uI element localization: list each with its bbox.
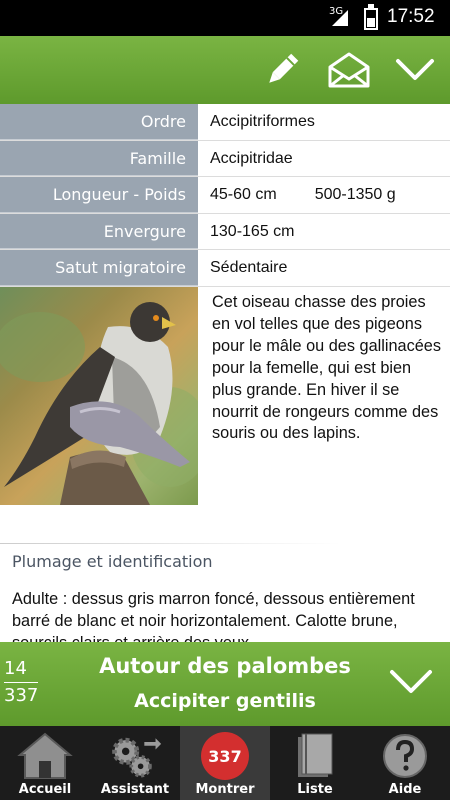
nav-assistant[interactable]: Assistant bbox=[90, 726, 180, 800]
nav-aide[interactable]: Aide bbox=[360, 726, 450, 800]
info-label: Longueur - Poids bbox=[0, 177, 198, 213]
weight-value: 500-1350 g bbox=[314, 186, 396, 204]
info-row-famille: Famille Accipitridae bbox=[0, 140, 450, 178]
nav-label: Liste bbox=[297, 782, 333, 797]
chevron-down-icon bbox=[390, 670, 432, 693]
nav-accueil[interactable]: Accueil bbox=[0, 726, 90, 800]
info-value: 130-165 cm bbox=[210, 222, 295, 240]
info-value: Accipitriformes bbox=[210, 113, 315, 130]
status-time: 17:52 bbox=[387, 6, 435, 27]
action-bar bbox=[0, 36, 450, 104]
info-label: Famille bbox=[0, 140, 198, 177]
battery-icon bbox=[364, 4, 378, 30]
collapse-button[interactable] bbox=[391, 46, 439, 94]
nav-liste[interactable]: Liste bbox=[270, 726, 360, 800]
envelope-icon bbox=[328, 52, 370, 88]
count-badge: 337 bbox=[197, 730, 253, 782]
bottom-nav: Accueil Assistant 337 Montrer Liste Aide bbox=[0, 726, 450, 800]
info-row-statut-migratoire: Satut migratoire Sédentaire bbox=[0, 250, 450, 287]
info-table: Ordre Accipitriformes Famille Accipitrid… bbox=[0, 104, 450, 287]
nav-label: Montrer bbox=[195, 782, 255, 797]
edit-button[interactable] bbox=[258, 46, 306, 94]
info-label: Envergure bbox=[0, 213, 198, 250]
status-bar: 3G 17:52 bbox=[0, 0, 450, 36]
plumage-text: Adulte : dessus gris marron foncé, desso… bbox=[12, 590, 415, 642]
info-label: Ordre bbox=[0, 104, 198, 140]
nav-label: Assistant bbox=[100, 782, 170, 797]
species-latin-name: Accipiter gentilis bbox=[134, 690, 316, 712]
info-row-envergure: Envergure 130-165 cm bbox=[0, 213, 450, 251]
species-common-name: Autour des palombes bbox=[99, 654, 351, 678]
count-badge-value: 337 bbox=[201, 732, 249, 780]
expand-button[interactable] bbox=[386, 662, 436, 702]
species-description: Cet oiseau chasse des proies en vol tell… bbox=[212, 293, 441, 443]
nav-label: Aide bbox=[388, 782, 422, 797]
nav-label: Accueil bbox=[18, 782, 72, 797]
gears-icon bbox=[107, 730, 163, 782]
email-button[interactable] bbox=[325, 46, 373, 94]
bird-photo[interactable] bbox=[0, 287, 198, 505]
nav-montrer[interactable]: 337 Montrer bbox=[180, 726, 270, 800]
counter-divider bbox=[4, 682, 38, 683]
chevron-down-icon bbox=[396, 59, 434, 80]
species-name-bar: 14 337 Autour des palombes Accipiter gen… bbox=[0, 642, 450, 726]
book-icon bbox=[287, 730, 343, 782]
info-row-ordre: Ordre Accipitriformes bbox=[0, 104, 450, 141]
info-value: Sédentaire bbox=[210, 259, 288, 277]
info-row-longueur-poids: Longueur - Poids 45-60 cm 500-1350 g bbox=[0, 177, 450, 214]
signal-icon bbox=[332, 10, 348, 26]
section-divider bbox=[0, 543, 340, 544]
length-value: 45-60 cm bbox=[210, 186, 277, 204]
plumage-title: Plumage et identification bbox=[12, 552, 213, 571]
home-icon bbox=[17, 730, 73, 782]
help-icon bbox=[377, 730, 433, 782]
pencil-icon bbox=[269, 53, 299, 83]
info-value: 45-60 cm 500-1350 g bbox=[198, 177, 450, 213]
info-value: Accipitridae bbox=[210, 149, 293, 167]
info-label: Satut migratoire bbox=[0, 250, 198, 286]
